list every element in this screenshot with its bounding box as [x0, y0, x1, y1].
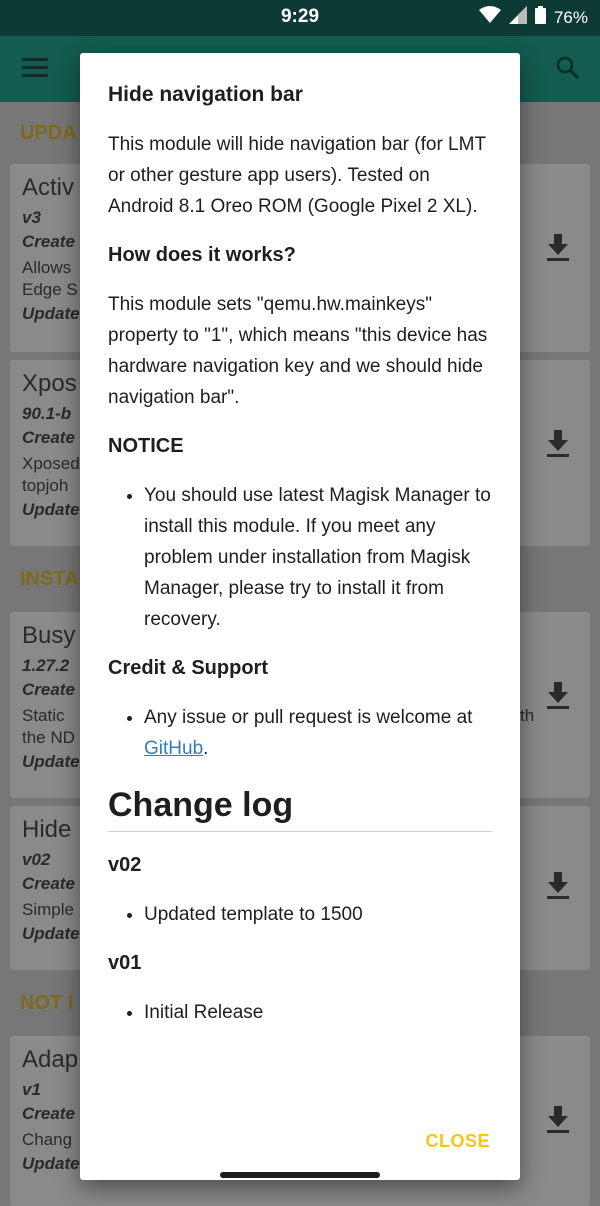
- version-heading: v02: [108, 854, 142, 876]
- download-icon[interactable]: [546, 682, 570, 715]
- battery-percent: 76%: [553, 7, 588, 27]
- changelog-item: Updated template to 1500: [144, 899, 492, 930]
- v02-list: Updated template to 1500: [108, 899, 492, 930]
- intro-text: This module will hide navigation bar (fo…: [108, 134, 486, 217]
- module-description: Static: [22, 706, 65, 725]
- module-info-dialog: Hide navigation bar This module will hid…: [80, 53, 520, 1180]
- close-button[interactable]: CLOSE: [425, 1131, 490, 1152]
- menu-icon[interactable]: [22, 58, 48, 78]
- how-text: This module sets "qemu.hw.mainkeys" prop…: [108, 294, 488, 408]
- module-description: Simple: [22, 900, 74, 919]
- wifi-icon: [478, 6, 501, 29]
- divider: [108, 831, 492, 832]
- changelog-heading: Change log: [108, 786, 294, 824]
- module-version: v02: [22, 850, 51, 869]
- module-version: 90.1-b: [22, 404, 72, 423]
- module-description: topjoh: [22, 476, 69, 495]
- download-icon[interactable]: [546, 430, 570, 463]
- battery-icon: [534, 6, 546, 29]
- github-link[interactable]: GitHub: [144, 738, 203, 759]
- module-version: 1.27.2: [22, 656, 70, 675]
- module-description: th: [520, 706, 535, 725]
- search-icon[interactable]: [556, 56, 580, 85]
- dialog-title: Hide navigation bar: [108, 83, 303, 106]
- module-name: Xpos: [22, 370, 77, 397]
- module-description: Xposed: [22, 454, 80, 473]
- notice-item: You should use latest Magisk Manager to …: [144, 480, 492, 635]
- version-heading: v01: [108, 952, 142, 974]
- credit-heading: Credit & Support: [108, 657, 268, 679]
- v01-list: Initial Release: [108, 997, 492, 1028]
- section-header: UPDA: [20, 122, 77, 144]
- credit-list: Any issue or pull request is welcome at …: [108, 702, 492, 764]
- section-header: INSTA: [20, 568, 79, 590]
- module-updated: Update: [22, 304, 80, 323]
- module-creator: Create: [22, 428, 75, 447]
- download-icon[interactable]: [546, 234, 570, 267]
- module-version: v3: [22, 208, 41, 227]
- module-updated: Update: [22, 752, 80, 771]
- module-name: Adap: [22, 1046, 79, 1073]
- cell-signal-icon: [508, 6, 527, 29]
- module-version: v1: [22, 1080, 41, 1099]
- module-name: Hide: [22, 816, 72, 843]
- module-creator: Create: [22, 1104, 75, 1123]
- how-heading: How does it works?: [108, 244, 296, 266]
- module-creator: Create: [22, 874, 75, 893]
- module-description: Chang: [22, 1130, 73, 1149]
- module-description: Allows: [22, 258, 72, 277]
- notice-heading: NOTICE: [108, 435, 184, 457]
- module-name: Busy: [22, 622, 76, 649]
- notice-list: You should use latest Magisk Manager to …: [108, 480, 492, 635]
- home-indicator[interactable]: [220, 1172, 380, 1178]
- credit-item: Any issue or pull request is welcome at …: [144, 702, 492, 764]
- module-updated: Update: [22, 924, 80, 943]
- module-description: the ND: [22, 728, 75, 747]
- download-icon[interactable]: [546, 1106, 570, 1139]
- module-name: Activ: [22, 174, 75, 201]
- module-creator: Create: [22, 232, 75, 251]
- module-description: Edge S: [22, 280, 78, 299]
- module-updated: Update: [22, 1154, 80, 1173]
- status-bar: 9:29 76%: [0, 0, 600, 36]
- module-creator: Create: [22, 680, 75, 699]
- module-updated: Update: [22, 500, 80, 519]
- changelog-item: Initial Release: [144, 997, 492, 1028]
- dialog-content[interactable]: Hide navigation bar This module will hid…: [108, 83, 492, 1050]
- section-header: NOT I: [20, 992, 74, 1014]
- download-icon[interactable]: [546, 872, 570, 905]
